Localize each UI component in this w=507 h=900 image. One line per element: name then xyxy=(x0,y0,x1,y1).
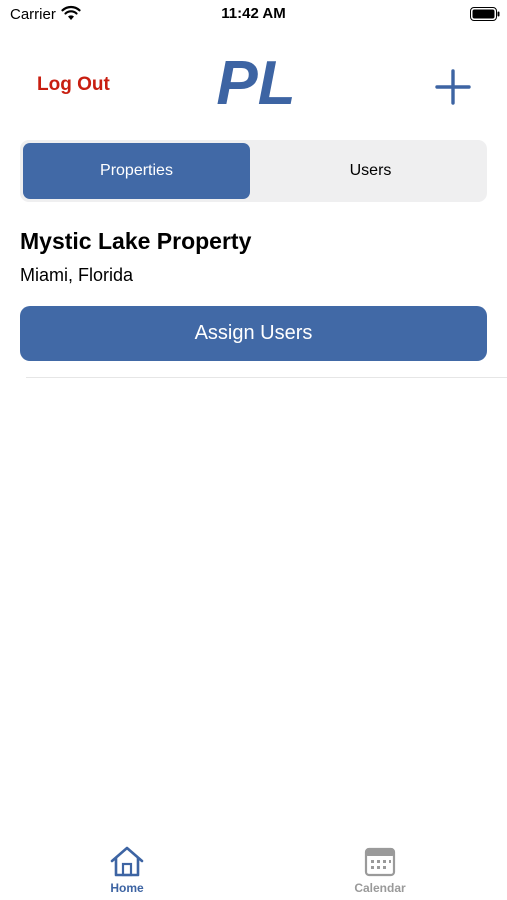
segmented-control: Properties Users xyxy=(20,140,487,202)
list-divider xyxy=(26,377,507,378)
status-bar: Carrier 11:42 AM xyxy=(0,0,507,28)
property-location: Miami, Florida xyxy=(20,265,134,285)
assign-users-button[interactable]: Assign Users xyxy=(20,306,487,361)
navigation-bar: Log Out PL xyxy=(0,50,507,120)
tab-bar: Home Calendar xyxy=(0,835,507,900)
logout-button[interactable]: Log Out xyxy=(37,74,110,96)
home-icon xyxy=(110,846,144,877)
property-name: Mystic Lake Property xyxy=(20,228,252,254)
app-logo: PL xyxy=(216,54,295,114)
tab-calendar[interactable]: Calendar xyxy=(320,835,440,900)
calendar-icon xyxy=(364,847,396,877)
tab-home[interactable]: Home xyxy=(67,835,187,900)
add-icon[interactable] xyxy=(434,68,472,106)
battery-icon xyxy=(470,7,500,21)
tab-users[interactable]: Users xyxy=(257,143,484,199)
tab-calendar-label: Calendar xyxy=(354,881,406,895)
clock: 11:42 AM xyxy=(221,5,286,22)
tab-properties[interactable]: Properties xyxy=(23,143,250,199)
tab-home-label: Home xyxy=(110,881,144,895)
svg-text:PL: PL xyxy=(216,54,295,114)
